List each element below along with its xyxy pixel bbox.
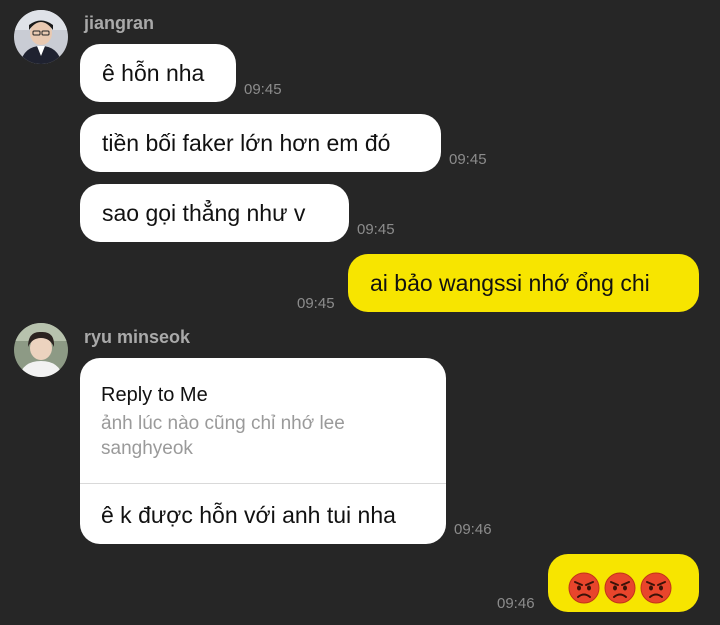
message-time: 09:45	[357, 221, 395, 238]
angry-face-emoji	[604, 567, 636, 625]
avatar-jiangran[interactable]	[14, 10, 68, 64]
outgoing-emoji-bubble[interactable]	[548, 554, 699, 612]
message-bubble[interactable]: sao gọi thẳng như v	[80, 184, 349, 242]
message-text: ê k được hỗn với anh tui nha	[101, 502, 396, 528]
angry-face-emoji	[568, 567, 600, 625]
sender-name: ryu minseok	[84, 327, 191, 347]
reply-label: Reply to Me	[101, 384, 208, 406]
reply-divider	[80, 483, 446, 484]
emoji-row	[568, 567, 684, 604]
message-time: 09:45	[244, 81, 282, 98]
avatar-ryu-minseok[interactable]	[14, 323, 68, 377]
message-time: 09:45	[449, 151, 487, 168]
message-bubble[interactable]: ê hỗn nha	[80, 44, 236, 102]
outgoing-message-bubble[interactable]: ai bảo wangssi nhớ ổng chi	[348, 254, 699, 312]
reply-quote-line: sanghyeok	[101, 438, 193, 459]
reply-quote-line: ảnh lúc nào cũng chỉ nhớ lee	[101, 413, 345, 434]
message-time: 09:46	[497, 595, 535, 612]
message-time: 09:46	[454, 521, 492, 538]
message-time: 09:45	[297, 295, 335, 312]
angry-face-emoji	[640, 567, 672, 625]
reply-message-card[interactable]: Reply to Me ảnh lúc nào cũng chỉ nhớ lee…	[80, 358, 446, 544]
message-bubble[interactable]: tiền bối faker lớn hơn em đó	[80, 114, 441, 172]
sender-name: jiangran	[84, 13, 155, 33]
